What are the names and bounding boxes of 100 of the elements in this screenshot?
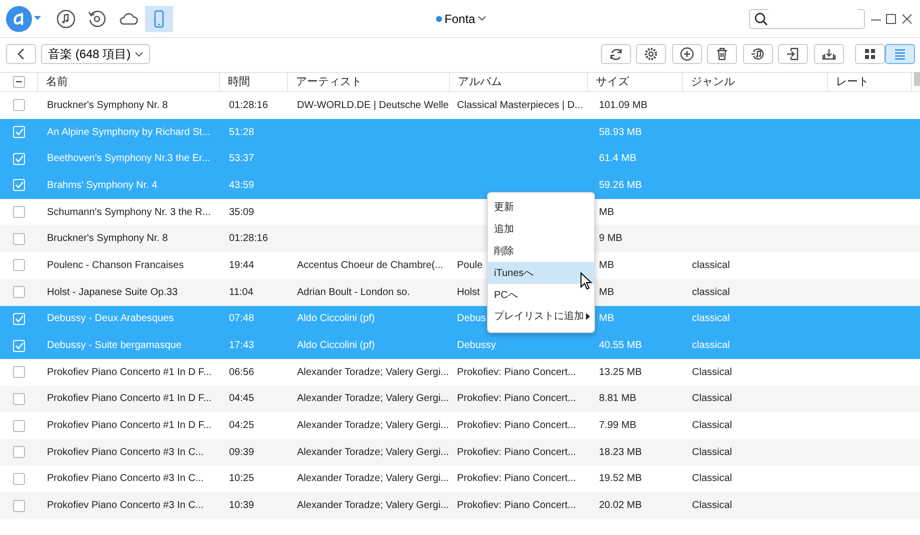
table-cell: 8.81 MB bbox=[599, 393, 636, 404]
scrollbar-thumb[interactable] bbox=[914, 72, 920, 86]
table-cell: Debussy - Suite bergamasque bbox=[47, 340, 182, 352]
row-checkbox[interactable] bbox=[13, 420, 25, 432]
table-cell: 17:43 bbox=[229, 340, 254, 352]
table-cell: 58.93 MB bbox=[599, 126, 642, 138]
table-cell: Classical bbox=[692, 393, 732, 404]
table-cell: 20.02 MB bbox=[599, 500, 642, 512]
table-cell: Classical bbox=[692, 420, 732, 432]
search-icon bbox=[754, 12, 768, 26]
table-cell: Prokofiev: Piano Concert... bbox=[457, 393, 576, 404]
table-cell: classical bbox=[692, 286, 730, 298]
table-cell: 10:39 bbox=[229, 500, 254, 512]
device-selector[interactable]: Fonta bbox=[430, 8, 492, 28]
column-header[interactable]: アルバム bbox=[458, 74, 502, 90]
table-cell: Alexander Toradze; Valery Gergi... bbox=[297, 420, 449, 432]
table-cell: 06:56 bbox=[229, 366, 254, 378]
table-cell: Prokofiev: Piano Concert... bbox=[457, 366, 576, 378]
search-field[interactable] bbox=[749, 8, 866, 28]
gear-icon bbox=[644, 47, 658, 61]
table-cell: 9 MB bbox=[599, 233, 622, 244]
plus-icon bbox=[680, 47, 694, 61]
caret-icon bbox=[134, 52, 143, 56]
category-dropdown[interactable]: 音楽 (648 項目) bbox=[41, 44, 150, 64]
table-cell: 10:25 bbox=[229, 473, 254, 484]
close-icon[interactable] bbox=[902, 14, 912, 24]
column-header[interactable]: 時間 bbox=[228, 74, 250, 90]
table-cell: Prokofiev Piano Concerto #1 In D F... bbox=[47, 420, 212, 432]
refresh-button[interactable] bbox=[600, 44, 630, 64]
table-cell: Bruckner's Symphony Nr. 8 bbox=[47, 233, 168, 244]
table-cell: 53:37 bbox=[229, 153, 254, 164]
table-cell: Alexander Toradze; Valery Gergi... bbox=[297, 473, 449, 484]
table-cell: Adrian Boult - London so. bbox=[297, 286, 410, 298]
menu-item[interactable]: 追加 bbox=[488, 218, 594, 241]
nav-tab[interactable] bbox=[144, 6, 172, 32]
delete-button[interactable] bbox=[707, 44, 737, 64]
table-cell: Debussy - Deux Arabesques bbox=[47, 313, 174, 324]
row-checkbox[interactable] bbox=[13, 206, 25, 218]
row-checkbox[interactable] bbox=[13, 392, 25, 405]
table-cell: 51:28 bbox=[229, 126, 254, 138]
table-cell: 59.26 MB bbox=[599, 180, 642, 191]
table-cell: MB bbox=[599, 313, 614, 324]
table-cell: Prokofiev Piano Concerto #3 In C... bbox=[47, 446, 204, 458]
table-cell: Prokofiev: Piano Concert... bbox=[457, 420, 576, 432]
maximize-icon[interactable] bbox=[886, 14, 896, 24]
list-icon bbox=[892, 47, 906, 61]
row-checkbox[interactable] bbox=[13, 446, 25, 458]
table-cell: 04:25 bbox=[229, 420, 254, 432]
column-header[interactable]: ジャンル bbox=[691, 74, 735, 90]
music-transfer-button[interactable] bbox=[742, 44, 772, 64]
minus-icon bbox=[16, 81, 22, 83]
column-header[interactable]: サイズ bbox=[596, 74, 629, 90]
row-checkbox[interactable] bbox=[13, 259, 25, 272]
row-checkbox[interactable] bbox=[13, 99, 25, 112]
settings-button[interactable] bbox=[636, 44, 666, 64]
table-cell: Classical bbox=[692, 366, 732, 378]
table-cell: DW-WORLD.DE | Deutsche Welle bbox=[297, 100, 449, 111]
table-cell: Classical bbox=[692, 446, 732, 458]
table-cell: 01:28:16 bbox=[229, 233, 268, 244]
table-cell: Aldo Ciccolini (pf) bbox=[297, 313, 375, 324]
table-cell: Prokofiev Piano Concerto #1 In D F... bbox=[47, 393, 212, 404]
table-cell: classical bbox=[692, 340, 730, 352]
status-dot-icon bbox=[436, 16, 442, 22]
check-icon bbox=[14, 314, 24, 323]
column-header[interactable]: 名前 bbox=[46, 74, 68, 90]
table-cell: 19.52 MB bbox=[599, 473, 642, 484]
export-to-pc-button[interactable] bbox=[814, 44, 844, 64]
table-cell: Poule bbox=[457, 260, 483, 271]
row-checkbox[interactable] bbox=[13, 500, 25, 512]
menu-item[interactable]: 削除 bbox=[488, 240, 594, 262]
menu-item[interactable]: 更新 bbox=[488, 197, 594, 219]
table-cell: classical bbox=[692, 260, 730, 271]
row-checkbox[interactable] bbox=[13, 472, 25, 485]
add-button[interactable] bbox=[672, 44, 702, 64]
table-cell: Alexander Toradze; Valery Gergi... bbox=[297, 393, 449, 404]
import-icon bbox=[786, 47, 800, 61]
table-cell: 101.09 MB bbox=[599, 100, 648, 111]
table-cell: Brahms' Symphony Nr. 4 bbox=[47, 180, 158, 191]
menu-item[interactable]: プレイリストに追加 bbox=[488, 306, 594, 328]
grid-view-button[interactable] bbox=[854, 44, 884, 64]
music-note-icon bbox=[750, 47, 764, 61]
row-checkbox[interactable] bbox=[13, 286, 25, 298]
row-checkbox[interactable] bbox=[13, 366, 25, 378]
import-button[interactable] bbox=[778, 44, 808, 64]
trash-icon bbox=[715, 47, 729, 61]
table-cell: 19:44 bbox=[229, 260, 254, 271]
menu-item[interactable]: PCへ bbox=[488, 284, 594, 306]
menu-item[interactable]: iTunesへ bbox=[488, 262, 594, 284]
column-header[interactable]: レート bbox=[836, 74, 869, 90]
table-cell: MB bbox=[599, 206, 614, 218]
column-header[interactable]: アーティスト bbox=[296, 74, 362, 90]
table-cell: Prokofiev Piano Concerto #1 In D F... bbox=[47, 366, 212, 378]
table-cell: 18.23 MB bbox=[599, 446, 642, 458]
table-cell: 40.55 MB bbox=[599, 340, 642, 352]
history-icon bbox=[87, 8, 107, 28]
app-logo[interactable] bbox=[6, 6, 32, 32]
select-all-checkbox[interactable] bbox=[12, 76, 24, 88]
back-button[interactable] bbox=[6, 44, 36, 64]
caret-icon[interactable] bbox=[34, 16, 42, 21]
row-checkbox[interactable] bbox=[13, 232, 25, 245]
